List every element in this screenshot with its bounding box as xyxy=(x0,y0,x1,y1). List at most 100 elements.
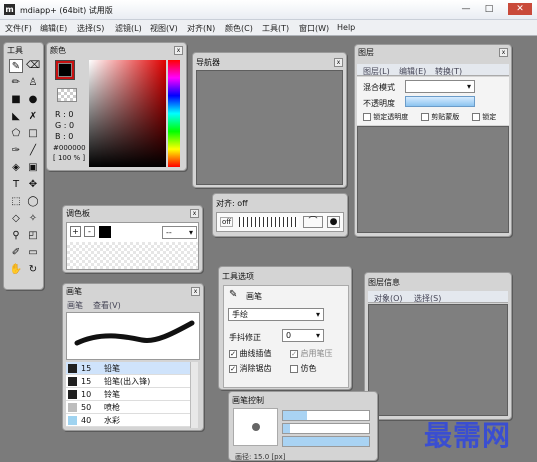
brush-tab-brush[interactable]: 画笔 xyxy=(67,300,83,311)
curve-tool-icon[interactable]: ✑ xyxy=(9,144,23,158)
transform-tool-icon[interactable]: ◰ xyxy=(26,229,40,243)
palette-color-swatch[interactable] xyxy=(99,226,111,238)
color-panel-title: 颜色 xyxy=(50,46,66,55)
magic-wand-tool-icon[interactable]: ✧ xyxy=(26,212,40,226)
clipping-mask-checkbox[interactable]: 剪贴蒙版 xyxy=(421,112,459,122)
antialias-checkbox[interactable]: ✓ 消除锯齿 xyxy=(229,363,272,374)
align-shape-icon[interactable]: ⌒ xyxy=(303,216,323,228)
polygon-tool-icon[interactable]: ⬠ xyxy=(9,127,23,141)
palette-add-button[interactable]: + xyxy=(70,226,81,237)
menu-tools[interactable]: 工具(T) xyxy=(262,23,289,34)
pen-pressure-label: 启用笔压 xyxy=(300,349,333,358)
lasso-fill-tool-icon[interactable]: ✗ xyxy=(26,110,40,124)
pen-pressure-checkbox[interactable]: ✓ 启用笔压 xyxy=(290,348,333,359)
text-tool-icon[interactable]: T xyxy=(9,178,23,192)
align-dot-icon[interactable]: ● xyxy=(327,216,340,228)
fill-rect-tool-icon[interactable]: ■ xyxy=(9,93,23,107)
fill-circle-tool-icon[interactable]: ● xyxy=(26,93,40,107)
brush-tool-icon[interactable]: ✏ xyxy=(9,76,23,90)
menu-view[interactable]: 视图(V) xyxy=(150,23,178,34)
menu-edit[interactable]: 编辑(E) xyxy=(40,23,67,34)
stamp-tool-icon[interactable]: ♙ xyxy=(26,76,40,90)
menu-file[interactable]: 文件(F) xyxy=(5,23,32,34)
clipping-mask-box[interactable] xyxy=(421,113,429,121)
brush-list-item[interactable]: 50 喷枪 xyxy=(66,401,193,414)
menu-filter[interactable]: 滤镜(L) xyxy=(115,23,142,34)
picker-tool-icon[interactable]: ✐ xyxy=(9,246,23,260)
opacity-slider[interactable] xyxy=(405,96,475,107)
menu-window[interactable]: 窗口(W) xyxy=(299,23,329,34)
navigator-close-icon[interactable]: x xyxy=(334,58,343,67)
pen-tool-icon[interactable]: ✎ xyxy=(9,59,23,73)
brush-tab-view[interactable]: 查看(V) xyxy=(93,300,121,311)
lock-transparency-checkbox[interactable]: 锁定透明度 xyxy=(363,112,408,122)
dither-checkbox[interactable]: 仿色 xyxy=(290,363,317,374)
layer-info-tab-selection[interactable]: 选择(S) xyxy=(414,293,441,304)
layers-tab-transform[interactable]: 转换(T) xyxy=(435,66,462,77)
lock-checkbox[interactable]: 锁定 xyxy=(472,112,496,122)
palette-remove-button[interactable]: - xyxy=(84,226,95,237)
color-g-value: G : 0 xyxy=(55,121,75,130)
lock-box[interactable] xyxy=(472,113,480,121)
curve-interp-checkbox[interactable]: ✓ 曲线插值 xyxy=(229,348,272,359)
align-off-toggle[interactable]: off xyxy=(220,217,234,227)
antialias-box[interactable]: ✓ xyxy=(229,364,237,373)
layer-info-tab-object[interactable]: 对象(O) xyxy=(374,293,403,304)
rect-select-tool-icon[interactable]: ⬚ xyxy=(9,195,23,209)
move-tool-icon[interactable]: ✥ xyxy=(26,178,40,192)
lock-transparency-box[interactable] xyxy=(363,113,371,121)
foreground-color-swatch[interactable] xyxy=(58,63,72,77)
layers-tab-layers[interactable]: 图层(L) xyxy=(363,66,390,77)
curve-interp-box[interactable]: ✓ xyxy=(229,349,237,358)
stabilizer-dropdown[interactable]: 0 xyxy=(282,329,324,342)
rect-tool-icon[interactable]: □ xyxy=(26,127,40,141)
maximize-button[interactable]: □ xyxy=(482,3,496,15)
minimize-button[interactable]: — xyxy=(459,3,473,15)
ellipse-select-tool-icon[interactable]: ◯ xyxy=(26,195,40,209)
color-saturation-picker[interactable] xyxy=(89,60,166,167)
brush-close-icon[interactable]: x xyxy=(191,287,200,296)
transparent-color-swatch[interactable] xyxy=(57,88,77,102)
line-tool-icon[interactable]: ╱ xyxy=(26,144,40,158)
hand-tool-icon[interactable]: ✋ xyxy=(9,263,23,277)
pen-pressure-box[interactable]: ✓ xyxy=(290,349,298,358)
brush-list-item[interactable]: 40 水彩 xyxy=(66,414,193,427)
menu-select[interactable]: 选择(S) xyxy=(77,23,104,34)
menu-help[interactable]: Help xyxy=(337,23,355,32)
brush-opacity-slider[interactable] xyxy=(282,436,370,447)
menu-color[interactable]: 颜色(C) xyxy=(225,23,253,34)
blend-mode-dropdown[interactable] xyxy=(405,80,475,93)
brush-list-scrollbar[interactable] xyxy=(190,362,198,428)
layers-tab-edit[interactable]: 编辑(E) xyxy=(399,66,426,77)
palette-dropdown[interactable]: -- xyxy=(162,226,197,239)
brush-list-item[interactable]: 15 铅笔(出入锋) xyxy=(66,375,193,388)
palette-swatches[interactable] xyxy=(67,242,198,269)
fill-polygon-tool-icon[interactable]: ◣ xyxy=(9,110,23,124)
brush-density-slider[interactable] xyxy=(282,423,370,434)
color-panel-close-icon[interactable]: x xyxy=(174,46,183,55)
dither-box[interactable] xyxy=(290,364,298,373)
gradient-tool-icon[interactable]: ▣ xyxy=(26,161,40,175)
lock-transparency-label: 锁定透明度 xyxy=(373,113,409,121)
brush-list-item[interactable]: 10 铃笔 xyxy=(66,388,193,401)
navigator-preview[interactable] xyxy=(196,70,343,185)
eraser-tool-icon[interactable]: ⌫ xyxy=(26,59,40,73)
color-hue-slider[interactable] xyxy=(168,60,180,167)
close-button[interactable]: ✕ xyxy=(508,3,532,15)
layers-list[interactable] xyxy=(357,126,509,233)
layer-info-content xyxy=(368,304,508,416)
color-b-value: B : 0 xyxy=(55,132,74,141)
menu-align[interactable]: 对齐(N) xyxy=(187,23,215,34)
lasso-select-tool-icon[interactable]: ◇ xyxy=(9,212,23,226)
stroke-mode-dropdown[interactable]: 手绘 xyxy=(228,308,324,321)
palette-close-icon[interactable]: x xyxy=(190,209,199,218)
brush-size-slider[interactable] xyxy=(282,410,370,421)
ruler-tool-icon[interactable]: ▭ xyxy=(26,246,40,260)
align-grid-icons[interactable] xyxy=(239,217,299,227)
bucket-tool-icon[interactable]: ◈ xyxy=(9,161,23,175)
brush-stroke-preview xyxy=(66,312,200,360)
rotate-tool-icon[interactable]: ↻ xyxy=(26,263,40,277)
eyedropper-tool-icon[interactable]: ⚲ xyxy=(9,229,23,243)
brush-list-item[interactable]: 15 铅笔 xyxy=(66,362,193,375)
layers-close-icon[interactable]: x xyxy=(499,48,508,57)
